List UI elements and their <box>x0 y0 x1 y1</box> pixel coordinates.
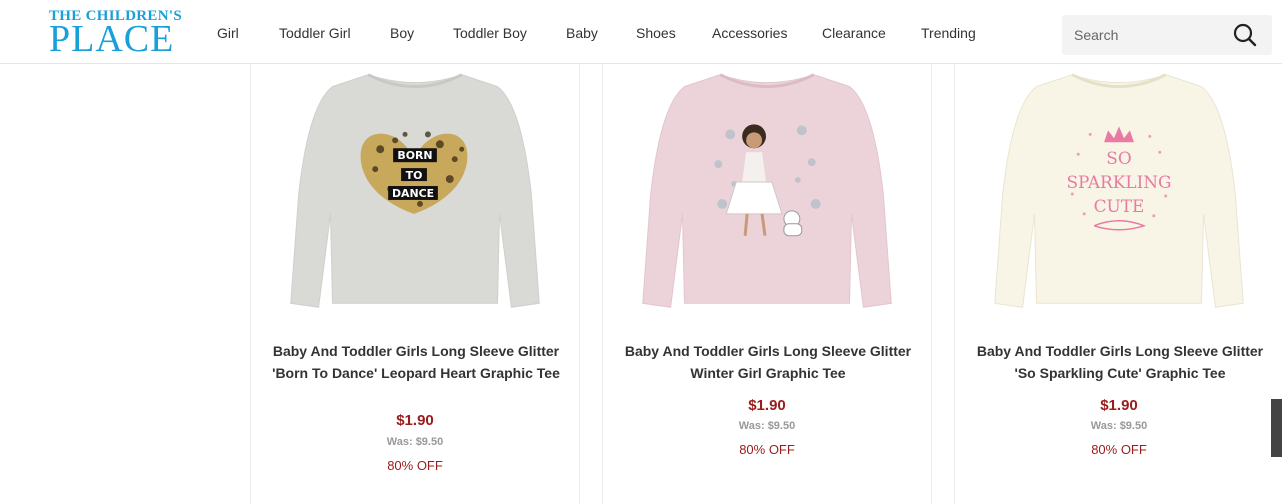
nav-trending[interactable]: Trending <box>921 25 976 41</box>
product-discount: 80% OFF <box>387 458 443 473</box>
product-price: $1.90 <box>396 412 434 429</box>
product-image[interactable] <box>603 64 931 314</box>
product-was-price: Was: $9.50 <box>386 436 444 448</box>
product-was-price: Was: $9.50 <box>1090 420 1148 432</box>
product-discount: 80% OFF <box>1091 442 1147 457</box>
product-name[interactable]: Baby And Toddler Girls Long Sleeve Glitt… <box>975 340 1265 384</box>
product-image[interactable]: SO SPARKLING CUTE <box>955 64 1282 314</box>
nav-shoes[interactable]: Shoes <box>636 25 676 41</box>
nav-accessories[interactable]: Accessories <box>712 25 787 41</box>
logo-line-2: PLACE <box>49 18 175 60</box>
graphic-text-sparkling: SPARKLING <box>1067 172 1172 192</box>
nav-toddler-girl[interactable]: Toddler Girl <box>279 25 351 41</box>
site-header: THE CHILDREN'S PLACE Girl Toddler Girl B… <box>0 0 1282 64</box>
product-price: $1.90 <box>1100 397 1138 414</box>
nav-boy[interactable]: Boy <box>390 25 414 41</box>
graphic-text-born: BORN <box>397 149 432 162</box>
nav-baby[interactable]: Baby <box>566 25 598 41</box>
search-icon[interactable] <box>1232 22 1258 48</box>
graphic-text-dance: DANCE <box>392 187 434 200</box>
nav-girl[interactable]: Girl <box>217 25 239 41</box>
nav-clearance[interactable]: Clearance <box>822 25 886 41</box>
product-name[interactable]: Baby And Toddler Girls Long Sleeve Glitt… <box>271 340 561 384</box>
product-price: $1.90 <box>748 397 786 414</box>
product-card[interactable]: BORN TO DANCE Baby And Toddler Girls Lon… <box>250 64 580 504</box>
product-image[interactable]: BORN TO DANCE <box>251 64 579 314</box>
product-discount: 80% OFF <box>739 442 795 457</box>
brand-logo[interactable]: THE CHILDREN'S PLACE <box>49 8 182 60</box>
product-card[interactable]: SO SPARKLING CUTE Baby And Toddler Girls… <box>954 64 1282 504</box>
feedback-side-tab[interactable] <box>1271 399 1282 457</box>
product-name[interactable]: Baby And Toddler Girls Long Sleeve Glitt… <box>623 340 913 384</box>
graphic-text-to: TO <box>406 169 423 182</box>
product-was-price: Was: $9.50 <box>738 420 796 432</box>
nav-toddler-boy[interactable]: Toddler Boy <box>453 25 527 41</box>
search-input[interactable] <box>1074 25 1224 45</box>
graphic-text-so: SO <box>1106 148 1131 168</box>
search-box <box>1062 15 1272 55</box>
product-card[interactable]: Baby And Toddler Girls Long Sleeve Glitt… <box>602 64 932 504</box>
graphic-text-cute: CUTE <box>1094 196 1145 216</box>
